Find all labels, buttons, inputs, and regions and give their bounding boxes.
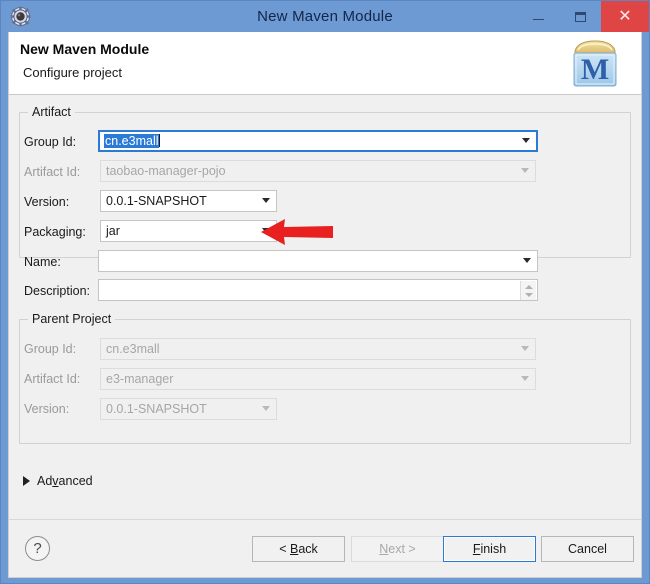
window-controls: ✕ — [517, 1, 649, 32]
dialog-body: New Maven Module Configure project M Art… — [8, 32, 642, 578]
banner-title: New Maven Module — [20, 41, 150, 57]
button-bar: ? < Back Next > Finish Cancel — [9, 519, 641, 577]
dialog-window: New Maven Module ✕ New Maven Module Conf… — [0, 0, 650, 584]
chevron-down-icon — [521, 346, 529, 351]
wizard-banner: New Maven Module Configure project M — [9, 32, 641, 95]
name-input[interactable] — [98, 250, 538, 272]
description-label: Description: — [24, 284, 90, 298]
advanced-label: Advanced — [37, 474, 93, 488]
artifact-id-value: taobao-manager-pojo — [106, 164, 226, 178]
description-scroll-spinner[interactable] — [520, 281, 536, 300]
chevron-down-icon[interactable] — [262, 198, 270, 203]
back-button[interactable]: < Back — [252, 536, 345, 562]
parent-version-value: 0.0.1-SNAPSHOT — [106, 402, 207, 416]
finish-button[interactable]: Finish — [443, 536, 536, 562]
cancel-button[interactable]: Cancel — [541, 536, 634, 562]
maven-module-icon: M — [565, 35, 625, 91]
minimize-icon — [532, 19, 544, 20]
name-label: Name: — [24, 255, 61, 269]
chevron-up-icon — [525, 285, 533, 289]
close-icon: ✕ — [618, 7, 632, 25]
parent-artifact-id-value: e3-manager — [106, 372, 174, 386]
help-button[interactable]: ? — [25, 536, 50, 561]
maximize-button[interactable] — [559, 1, 601, 32]
chevron-down-icon[interactable] — [523, 258, 531, 263]
parent-group-id-input: cn.e3mall — [100, 338, 536, 360]
close-button[interactable]: ✕ — [601, 1, 649, 32]
group-id-value: cn.e3mall — [104, 134, 159, 148]
version-value: 0.0.1-SNAPSHOT — [106, 194, 207, 208]
packaging-input[interactable]: jar — [100, 220, 277, 242]
minimize-button[interactable] — [517, 1, 559, 32]
version-input[interactable]: 0.0.1-SNAPSHOT — [100, 190, 277, 212]
artifact-id-label: Artifact Id: — [24, 165, 81, 179]
parent-version-label: Version: — [24, 402, 70, 416]
parent-artifact-id-label: Artifact Id: — [24, 372, 81, 386]
parent-project-legend: Parent Project — [28, 312, 116, 326]
svg-text:M: M — [581, 53, 609, 86]
parent-group-id-label: Group Id: — [24, 342, 77, 356]
maximize-icon — [574, 11, 586, 22]
triangle-right-icon — [23, 476, 30, 486]
packaging-label: Packaging: — [24, 225, 86, 239]
titlebar[interactable]: New Maven Module ✕ — [1, 1, 649, 32]
packaging-value: jar — [106, 224, 120, 238]
chevron-down-icon — [521, 168, 529, 173]
chevron-down-icon[interactable] — [262, 228, 270, 233]
next-button: Next > — [351, 536, 444, 562]
banner-subtitle: Configure project — [23, 65, 122, 80]
chevron-down-icon — [521, 376, 529, 381]
chevron-down-icon — [525, 293, 533, 297]
parent-artifact-id-input: e3-manager — [100, 368, 536, 390]
chevron-down-icon[interactable] — [522, 138, 530, 143]
text-caret — [158, 134, 160, 147]
artifact-legend: Artifact — [28, 105, 75, 119]
description-input[interactable] — [98, 279, 538, 301]
group-id-label: Group Id: — [24, 135, 77, 149]
advanced-toggle[interactable]: Advanced — [23, 474, 93, 488]
parent-group-id-value: cn.e3mall — [106, 342, 160, 356]
group-id-input[interactable]: cn.e3mall — [98, 130, 538, 152]
artifact-id-input: taobao-manager-pojo — [100, 160, 536, 182]
version-label: Version: — [24, 195, 70, 209]
parent-version-input: 0.0.1-SNAPSHOT — [100, 398, 277, 420]
chevron-down-icon — [262, 406, 270, 411]
